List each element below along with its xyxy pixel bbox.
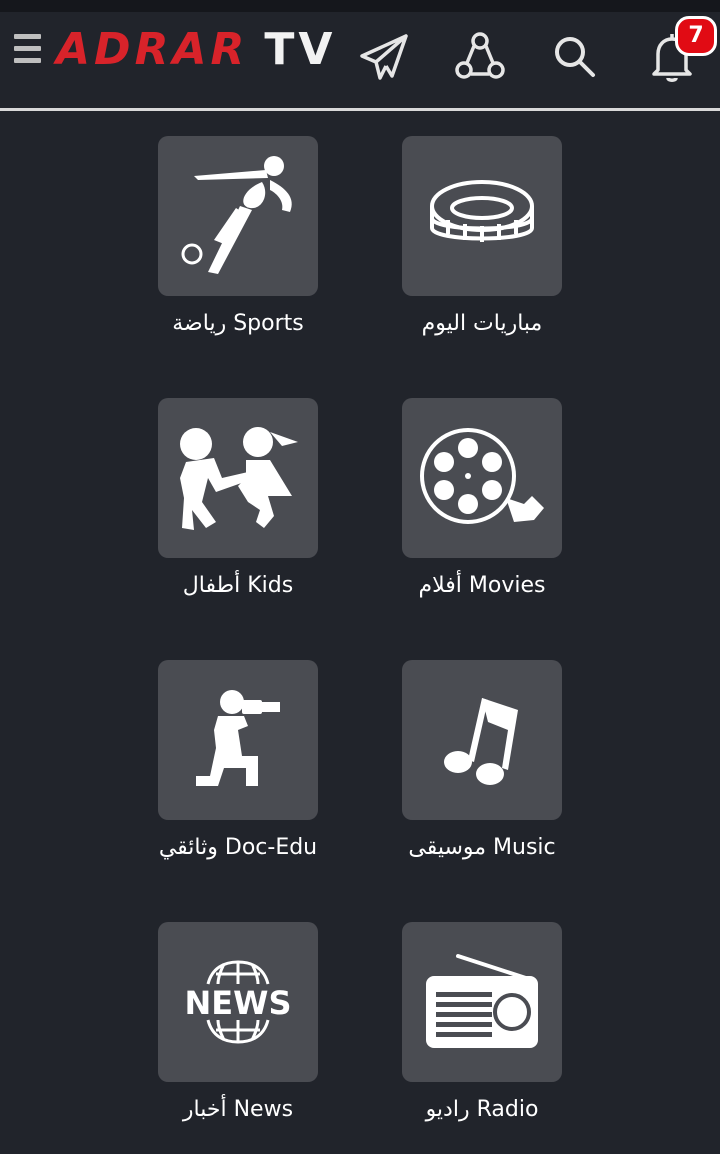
camera-man-icon — [196, 690, 280, 786]
logo-text-adrar: ADRAR — [56, 24, 249, 75]
app-logo[interactable]: ADRAR TV — [56, 28, 336, 72]
status-bar — [0, 0, 720, 12]
stadium-icon — [430, 180, 534, 242]
logo-text-tv: TV — [264, 24, 337, 75]
share-icon[interactable] — [452, 28, 508, 84]
music-tile[interactable] — [402, 660, 562, 820]
news-globe-icon: NEWS — [185, 960, 292, 1044]
music-label: موسيقى Music — [408, 835, 556, 860]
movies-tile[interactable] — [402, 398, 562, 558]
menu-icon[interactable] — [14, 30, 42, 66]
radio-icon — [426, 954, 538, 1048]
movies-label: أفلام Movies — [418, 573, 546, 598]
todays-matches-tile[interactable] — [402, 136, 562, 296]
film-reel-icon — [420, 428, 544, 524]
news-tile[interactable]: NEWS — [158, 922, 318, 1082]
music-note-icon — [444, 698, 518, 785]
sports-label: رياضة Sports — [172, 311, 304, 336]
radio-label: راديو Radio — [425, 1097, 539, 1122]
search-icon[interactable] — [546, 28, 602, 84]
sports-icon — [181, 156, 292, 274]
header-divider — [0, 108, 720, 111]
sports-tile[interactable] — [158, 136, 318, 296]
radio-tile[interactable] — [402, 922, 562, 1082]
kids-icon — [180, 427, 298, 530]
kids-label: أطفال Kids — [182, 573, 294, 598]
telegram-icon[interactable] — [356, 28, 412, 84]
kids-tile[interactable] — [158, 398, 318, 558]
todays-matches-label: مباريات اليوم — [421, 311, 543, 336]
doc-edu-tile[interactable] — [158, 660, 318, 820]
notification-badge: 7 — [675, 16, 717, 56]
svg-text:NEWS: NEWS — [185, 984, 292, 1022]
doc-edu-label: وثائقي Doc-Edu — [158, 835, 318, 860]
news-label: أخبار News — [182, 1097, 294, 1122]
